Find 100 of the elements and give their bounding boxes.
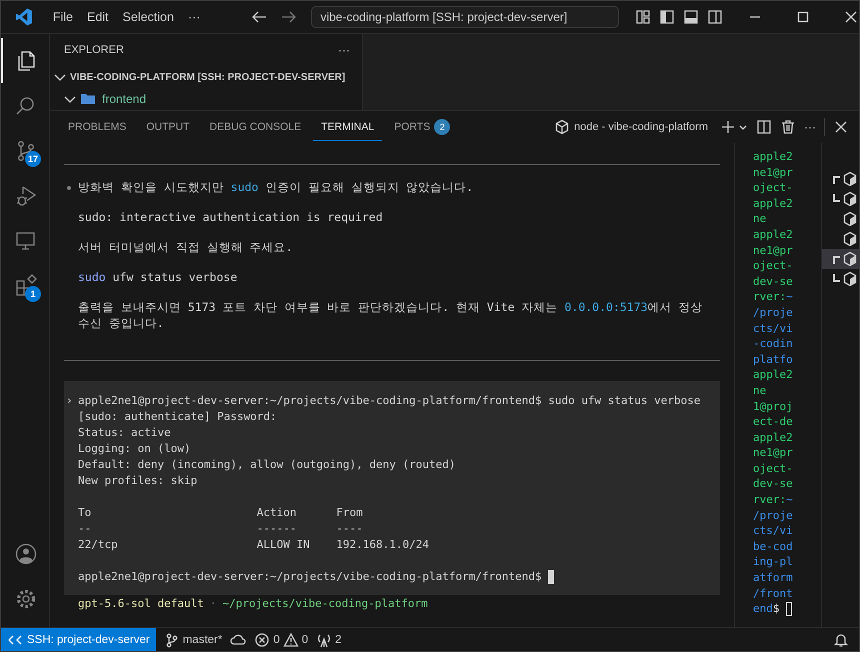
terminal-line: apple2 <box>753 367 794 383</box>
folder-icon <box>80 91 96 107</box>
bullet-dot <box>67 186 71 190</box>
forward-arrow-icon[interactable] <box>281 9 298 25</box>
terminal-line: ne <box>753 211 768 227</box>
message-text: 출력을 보내주시면 5173 포트 차단 여부를 바로 판단하겠습니다. 현재 Vite 자체는 0.0.0.0:5173에서 정상 수신 중입니다. <box>78 299 704 331</box>
app-logo-icon <box>15 7 34 27</box>
panel-tab[interactable]: DEBUG CONSOLE <box>202 113 310 141</box>
split-layout-icon[interactable] <box>707 9 723 25</box>
count-badge: 17 <box>25 151 41 167</box>
output-line: New profiles: skip <box>78 473 198 489</box>
folder-tree-item[interactable]: VIBE-CODING-PLATFORM [SSH: PROJECT-DEV-SERVER] <box>50 66 362 88</box>
terminal-selector[interactable]: node - vibe-coding-platform <box>554 119 708 135</box>
back-arrow-icon[interactable] <box>251 9 268 25</box>
terminal-list-item[interactable] <box>822 249 859 269</box>
command-center[interactable]: vibe-coding-platform [SSH: project-dev-server] <box>311 6 619 28</box>
close-icon[interactable] <box>843 9 859 25</box>
layout-icon[interactable] <box>635 9 651 25</box>
more-actions-button[interactable]: ··· <box>338 43 350 57</box>
terminal-line: /proje <box>753 304 794 321</box>
separator-dot: · <box>210 596 216 612</box>
count-badge: 1 <box>25 286 41 302</box>
terminal-line: dev-se <box>753 476 794 492</box>
warning-icon <box>282 632 299 648</box>
command-line: apple2ne1@project-dev-server:~/projects/vibe-coding-platform/frontend$ sudo ufw status verbose <box>78 393 701 409</box>
cube-icon <box>554 119 570 135</box>
plus-icon[interactable] <box>720 119 736 135</box>
panel-tab[interactable]: TERMINAL <box>313 113 382 141</box>
remote-indicator[interactable]: SSH: project-dev-server <box>1 628 156 651</box>
panel-tab[interactable]: PORTS 2 <box>386 113 458 141</box>
terminal-line: ect-de <box>753 414 794 430</box>
split-bracket-icon <box>833 194 840 202</box>
terminal-line: cts/vi <box>753 320 794 336</box>
menu-item[interactable]: File <box>46 8 80 26</box>
command-line: apple2ne1@project-dev-server:~/projects/vibe-coding-platform/frontend$ <box>78 569 542 585</box>
terminal-line: be-cod <box>753 538 794 554</box>
split-bracket-icon <box>833 176 840 184</box>
cube-icon <box>842 271 858 287</box>
bell-icon[interactable] <box>833 632 849 648</box>
ports-indicator[interactable]: 2 <box>316 632 342 648</box>
terminal-line: apple2 <box>753 226 794 243</box>
terminal-line: 1@proj <box>753 398 794 414</box>
cube-icon <box>842 231 858 247</box>
explorer-title: EXPLORER <box>64 44 124 56</box>
problems-indicator[interactable]: 0 0 <box>254 632 308 648</box>
cube-icon <box>842 251 858 267</box>
terminal-line: oject- <box>753 258 794 274</box>
cube-icon <box>842 171 858 187</box>
trash-icon[interactable] <box>780 119 796 135</box>
prompt-marker: › <box>65 393 73 409</box>
more-menu-button[interactable]: ··· <box>180 8 208 26</box>
split-icon[interactable] <box>756 119 772 135</box>
terminal-line: ne1@pr <box>753 242 794 258</box>
panel-tab[interactable]: OUTPUT <box>138 113 198 141</box>
output-line: 22/tcp ALLOW IN 192.168.1.0/24 <box>78 537 429 553</box>
split-bracket-icon <box>833 274 840 282</box>
output-line: Status: active <box>78 425 171 441</box>
terminal-line: -codin <box>753 336 794 352</box>
terminal-line: ne1@pr <box>753 445 794 461</box>
terminal-line: /front <box>753 586 794 602</box>
message-text: sudo: interactive authentication is required <box>78 209 383 225</box>
terminal-line: apple2 <box>753 430 794 446</box>
path-label: ~/projects/vibe-coding-platform <box>222 596 428 612</box>
terminal-line: platfo <box>753 352 794 368</box>
output-line: To Action From <box>78 505 363 521</box>
panel-tab[interactable]: PROBLEMS <box>60 113 134 141</box>
antenna-icon <box>316 632 332 648</box>
run-debug-icon[interactable] <box>14 184 38 208</box>
panel-toggle-icon[interactable] <box>683 9 699 25</box>
output-line: Default: deny (incoming), allow (outgoing), deny (routed) <box>78 457 456 473</box>
terminal-line: oject- <box>753 460 794 476</box>
terminal-line: /proje <box>753 508 794 524</box>
output-line: Logging: on (low) <box>78 441 191 457</box>
account-icon[interactable] <box>14 542 38 566</box>
more-actions-button[interactable]: ··· <box>804 120 816 134</box>
message-text: sudo ufw status verbose <box>78 269 238 285</box>
count-badge: 2 <box>434 119 450 135</box>
branch-indicator[interactable]: master* <box>164 632 222 648</box>
model-label: gpt-5.6-sol default <box>78 596 204 612</box>
menu-item[interactable]: Edit <box>80 8 116 26</box>
sync-cloud-icon[interactable] <box>230 632 246 648</box>
terminal-line: rver:~ <box>753 289 794 305</box>
maximize-icon[interactable] <box>795 9 811 25</box>
close-icon[interactable] <box>833 119 849 135</box>
folder-tree-item[interactable]: frontend <box>50 88 362 110</box>
terminal-line: oject- <box>753 180 794 196</box>
terminal-line: ne1@pr <box>753 164 794 180</box>
split-bracket-icon <box>833 256 840 264</box>
cube-icon <box>842 211 858 227</box>
terminal-line: apple2 <box>753 196 794 212</box>
terminal-line: rver:~ <box>753 492 794 508</box>
extensions-icon[interactable] <box>14 274 38 298</box>
menu-item[interactable]: Selection <box>116 8 181 26</box>
output-line: [sudo: authenticate] Password: <box>78 409 277 425</box>
terminal-line: atform <box>753 570 794 586</box>
terminal-line: apple2 <box>753 149 794 165</box>
terminal-line: ne <box>753 382 768 398</box>
cube-icon <box>842 191 858 207</box>
sidebar-toggle-icon[interactable] <box>659 9 675 25</box>
error-icon <box>254 632 270 648</box>
